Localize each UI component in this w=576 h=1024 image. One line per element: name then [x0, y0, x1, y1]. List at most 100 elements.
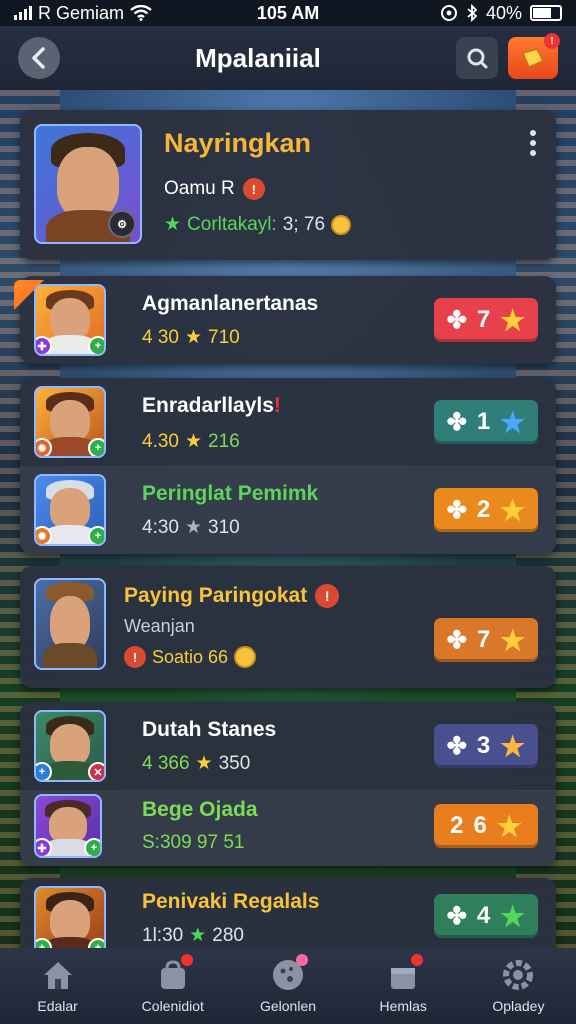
- table-row[interactable]: ✹ + Peringlat Pemimk 4:30 ★ 310 ✤ 2 ★: [20, 466, 556, 554]
- nav-item-bag[interactable]: Colenidiot: [115, 948, 230, 1024]
- at-icon: [440, 5, 457, 21]
- star-icon: ★: [184, 517, 203, 538]
- carrier-label: R Gemiam: [38, 2, 125, 23]
- alert-icon: !: [242, 178, 265, 200]
- player-stats: 4.30 ★ 216: [142, 430, 240, 453]
- cross-icon: ✤: [446, 306, 467, 334]
- player-name: Dutah Stanes: [142, 718, 277, 741]
- wifi-icon: [130, 5, 152, 21]
- player-stats: 1l:30 ★ 280: [142, 924, 244, 947]
- status-left: R Gemiam: [14, 3, 197, 24]
- player-name: Peringlat Pemimk: [142, 482, 319, 505]
- bluetooth-icon: [467, 4, 478, 22]
- cross-icon: ✤: [446, 496, 467, 524]
- bag-icon: [153, 954, 193, 992]
- player-stats: 4 366 ★ 350: [142, 752, 251, 775]
- player-stats: ! Soatio 66: [124, 646, 257, 668]
- player-avatar: ✹ +: [34, 474, 106, 546]
- player-name: Enradarllayls!: [142, 394, 281, 417]
- nav-label: Hemlas: [379, 998, 427, 1014]
- alert-mark-icon: !: [273, 394, 281, 417]
- star-icon: ★: [189, 925, 207, 946]
- rank-badge[interactable]: ✤ 3 ★: [434, 724, 538, 768]
- list-card: + ✕ Dutah Stanes 4 366 ★ 350 ✤ 3 ★ ✚ + B…: [20, 702, 556, 866]
- featured-stat-value: 3; 76: [282, 213, 326, 235]
- rank-badge[interactable]: ✤ 1 ★: [434, 400, 538, 444]
- nav-item-ball[interactable]: Gelonlen: [230, 948, 345, 1024]
- featured-name: Nayringkan: [164, 128, 312, 158]
- table-row[interactable]: ✚ + Agmanlanertanas 4 30 ★ 710 ✤ 7 ★: [20, 276, 556, 364]
- weapon-badge-icon: ⚙: [108, 210, 136, 238]
- alert-icon: !: [315, 584, 340, 608]
- more-options-icon[interactable]: [530, 130, 536, 156]
- plus-badge-icon: +: [84, 838, 100, 856]
- rank-badge[interactable]: ✤ 7 ★: [434, 298, 538, 342]
- page-title: Mpalaniial: [195, 42, 321, 73]
- list-card: Paying Paringokat ! Weanjan ! Soatio 66 …: [20, 566, 556, 688]
- gear-icon: [498, 958, 538, 992]
- chevron-left-icon: [32, 47, 45, 69]
- list-card: ✹ + Enradarllayls! 4.30 ★ 216 ✤ 1 ★ ✹ + …: [20, 378, 556, 554]
- coin-icon: [331, 214, 352, 235]
- player-avatar: + ✕: [34, 710, 106, 782]
- back-button[interactable]: [18, 37, 60, 79]
- ball-icon: [268, 954, 308, 992]
- cross-icon: ✤: [446, 902, 467, 930]
- alert-icon: !: [124, 646, 146, 668]
- star-icon: ★: [500, 494, 526, 526]
- chest-icon: [383, 954, 424, 992]
- star-icon: ★: [500, 900, 526, 932]
- nav-label: Colenidiot: [141, 998, 204, 1014]
- player-avatar: [34, 578, 106, 670]
- nav-label: Edalar: [37, 998, 78, 1014]
- player-name: Agmanlanertanas: [142, 292, 319, 315]
- nav-item-settings[interactable]: Opladey: [461, 948, 576, 1024]
- player-name: Penivaki Regalals: [142, 890, 320, 913]
- table-row[interactable]: + ✕ Dutah Stanes 4 366 ★ 350 ✤ 3 ★: [20, 702, 556, 790]
- player-avatar: ✚ +: [34, 794, 102, 858]
- player-name: Bege Ojada: [142, 798, 258, 821]
- battery-percent: 40%: [485, 2, 523, 23]
- sword-badge-icon: ✕: [88, 762, 104, 780]
- star-icon: ★: [500, 406, 526, 438]
- player-subtitle: Weanjan: [124, 616, 195, 636]
- nav-label: Gelonlen: [259, 998, 317, 1014]
- search-button[interactable]: [456, 37, 498, 79]
- rank-badge[interactable]: 2 6 ★: [434, 804, 538, 848]
- star-icon: ★: [500, 304, 526, 336]
- featured-card[interactable]: ⚙ Nayringkan Oamu R ! ★ Corltakayl: 3; 7…: [20, 110, 556, 260]
- search-icon: [467, 48, 488, 69]
- rank-badge[interactable]: ✤ 2 ★: [434, 488, 538, 532]
- table-row[interactable]: Paying Paringokat ! Weanjan ! Soatio 66 …: [20, 566, 556, 688]
- featured-stat-row: ★ Corltakayl: 3; 76: [164, 213, 352, 236]
- star-icon: ★: [184, 327, 203, 348]
- player-avatar: ✚ +: [34, 284, 106, 356]
- nav-item-home[interactable]: Edalar: [0, 948, 115, 1024]
- notification-dot: [180, 954, 193, 966]
- nav-item-chest[interactable]: Hemlas: [346, 948, 461, 1024]
- player-name: Paying Paringokat: [124, 584, 308, 607]
- featured-avatar: ⚙: [34, 124, 142, 244]
- notification-dot: [411, 954, 424, 966]
- clock: 105 AM: [256, 2, 320, 23]
- featured-subtitle-row: Oamu R !: [164, 178, 265, 200]
- bottom-nav: Edalar Colenidiot Gelonlen Hemlas Oplade…: [0, 948, 576, 1024]
- plus-badge-icon: +: [88, 438, 104, 456]
- plus-badge-icon: +: [88, 336, 104, 354]
- featured-subtitle: Oamu R: [164, 178, 235, 199]
- star-icon: ★: [500, 730, 526, 762]
- player-stats: 4 30 ★ 710: [142, 326, 240, 349]
- plus-badge-icon: +: [88, 526, 104, 544]
- table-row[interactable]: ✚ + Bege Ojada S:309 97 51 2 6 ★: [20, 790, 556, 866]
- rank-badge[interactable]: ✤ 4 ★: [434, 894, 538, 938]
- rank-badge[interactable]: ✤ 7 ★: [434, 618, 538, 662]
- ticket-icon: [521, 48, 545, 68]
- player-stats: S:309 97 51: [142, 832, 245, 853]
- star-icon: ★: [496, 810, 522, 842]
- notifications-button[interactable]: !: [508, 33, 560, 79]
- status-right: 40%: [379, 2, 563, 24]
- home-icon: [38, 958, 78, 992]
- signal-icon: [14, 6, 32, 20]
- player-stats: 4:30 ★ 310: [142, 516, 240, 539]
- table-row[interactable]: ✹ + Enradarllayls! 4.30 ★ 216 ✤ 1 ★: [20, 378, 556, 466]
